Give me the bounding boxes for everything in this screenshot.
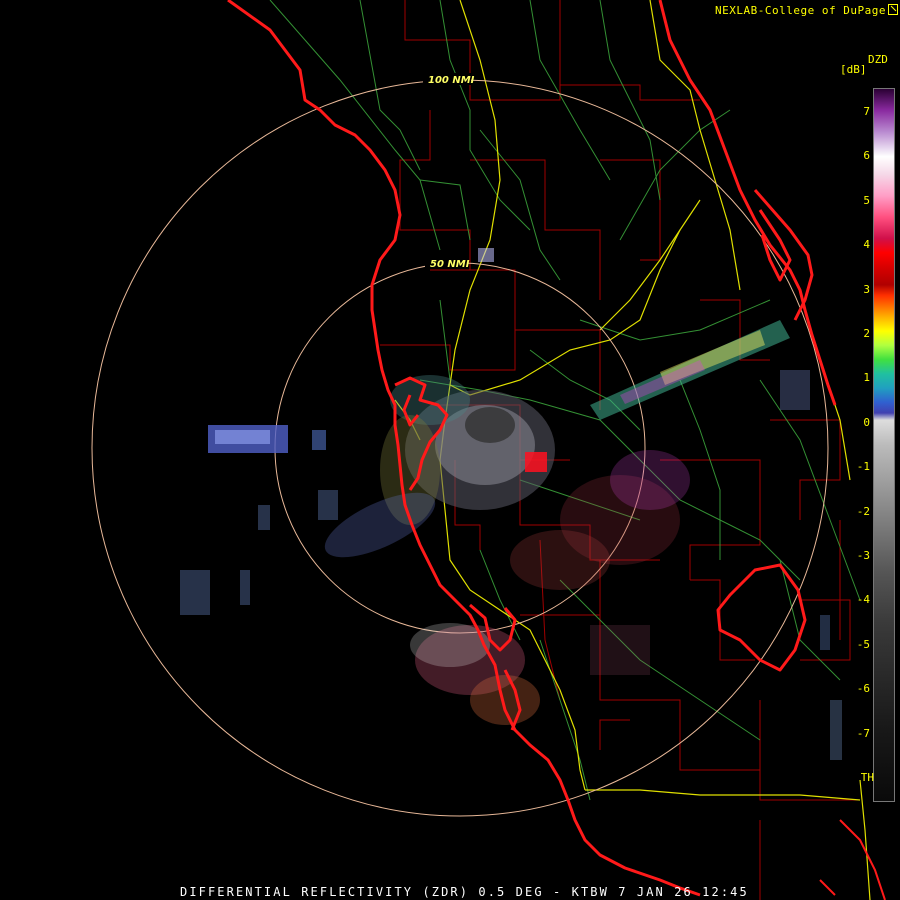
color-scale-tick: -3 bbox=[856, 549, 870, 562]
external-link-icon[interactable] bbox=[887, 4, 898, 15]
ring-label-100nmi: 100 NMI bbox=[428, 75, 475, 86]
color-scale-tick: 7 bbox=[863, 105, 870, 118]
color-scale-tick: -1 bbox=[856, 460, 870, 474]
color-scale-tick: 1 bbox=[863, 371, 870, 385]
color-scale-tick: 2 bbox=[863, 327, 870, 340]
color-scale-tick: -5 bbox=[856, 637, 870, 651]
color-scale-tick: 3 bbox=[863, 282, 870, 296]
color-scale-tick: 5 bbox=[863, 193, 870, 207]
credit-label: NEXLAB-College of DuPage bbox=[715, 4, 898, 17]
legend-unit-label: [dB] bbox=[840, 63, 867, 76]
color-scale-tick: 0 bbox=[863, 415, 870, 429]
color-scale-tick: TH bbox=[860, 771, 874, 784]
legend-product-label: DZD bbox=[868, 53, 888, 66]
radar-viewer: 50 NMI 100 NMI NEXLAB-College of DuPage … bbox=[0, 0, 900, 900]
color-scale-tick: -2 bbox=[856, 504, 870, 518]
credit-text: NEXLAB-College of DuPage bbox=[715, 4, 886, 17]
product-caption: DIFFERENTIAL REFLECTIVITY (ZDR) 0.5 DEG … bbox=[180, 885, 749, 899]
color-scale-bar bbox=[873, 88, 895, 802]
radar-map: 50 NMI 100 NMI bbox=[91, 0, 886, 900]
east-coast-detail bbox=[819, 819, 886, 900]
color-scale-tick: -6 bbox=[856, 682, 870, 696]
ring-label-50nmi: 50 NMI bbox=[430, 259, 470, 270]
color-scale-tick: 6 bbox=[863, 149, 870, 163]
road-network bbox=[269, 0, 861, 801]
color-scale-tick: 4 bbox=[863, 238, 870, 252]
color-scale-tick: -4 bbox=[856, 593, 870, 607]
color-scale-tick: -7 bbox=[856, 726, 870, 740]
